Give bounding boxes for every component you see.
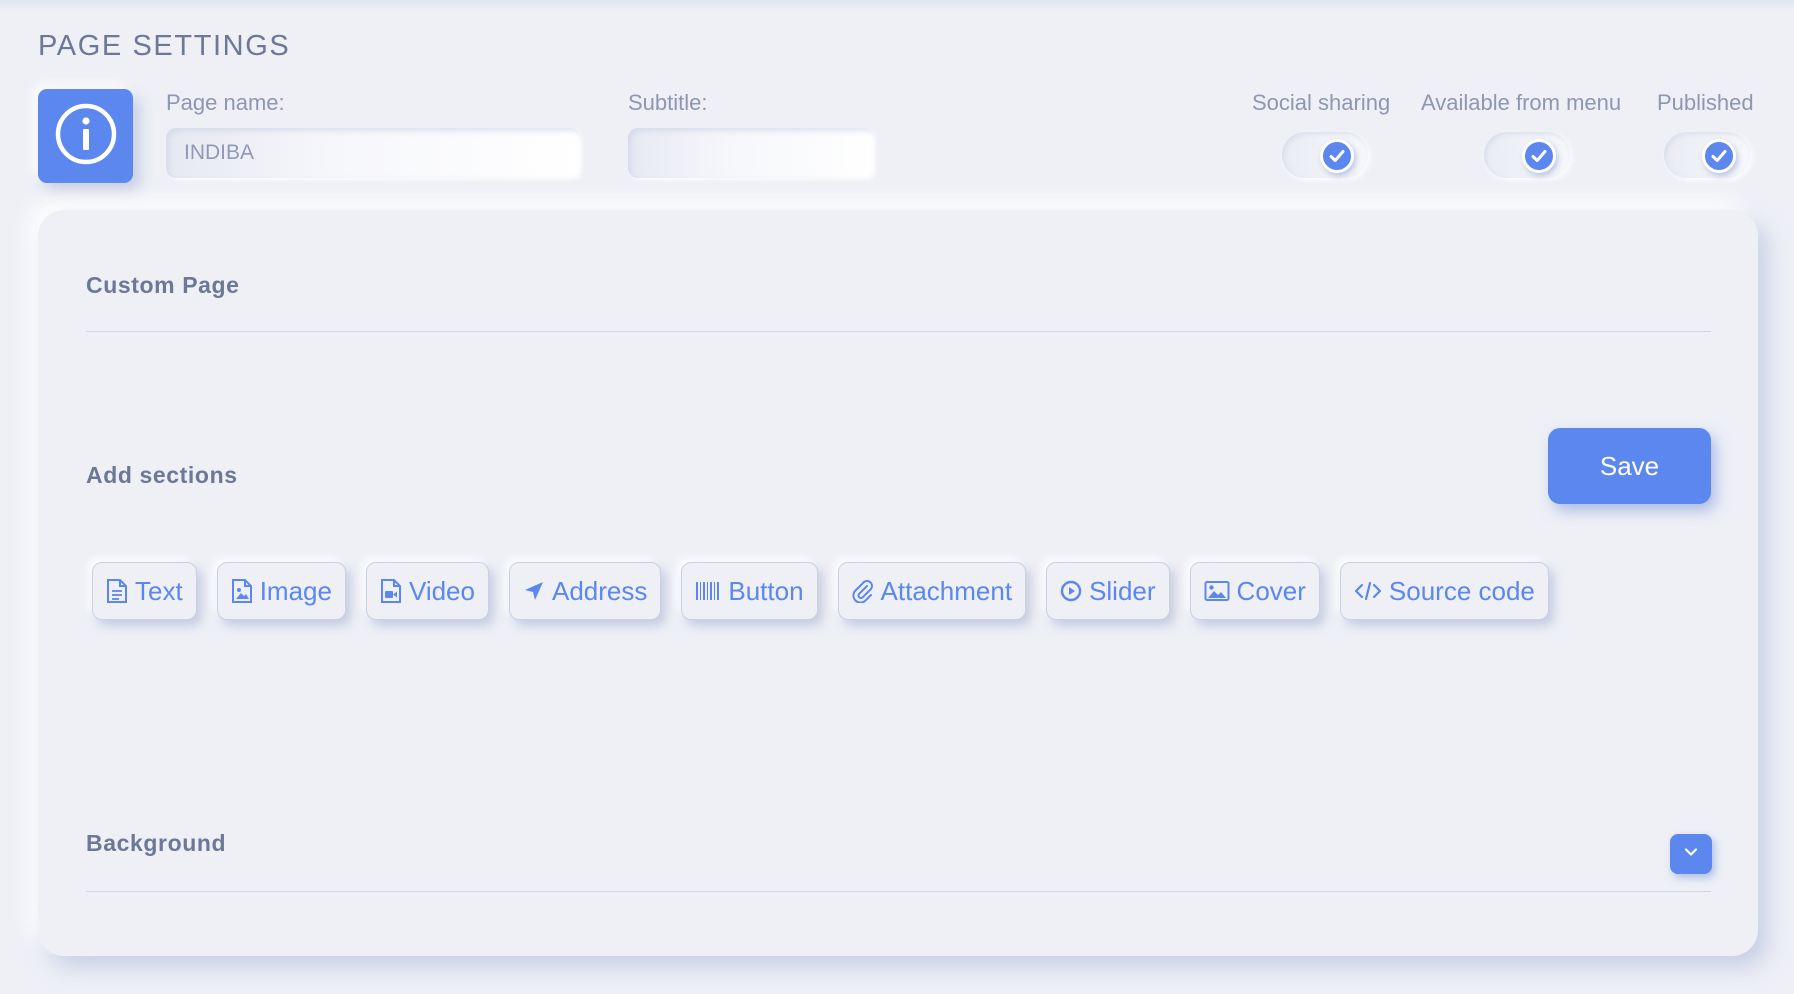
section-label: Source code (1388, 575, 1535, 606)
published-toggle[interactable] (1664, 132, 1750, 178)
page-name-label: Page name: (166, 90, 285, 115)
add-slider-section-button[interactable]: Slider (1046, 562, 1170, 620)
section-label: Video (408, 575, 475, 606)
section-buttons: Text Image Video Address Button Attachme… (92, 562, 1549, 620)
published-label: Published (1657, 90, 1754, 115)
section-label: Image (259, 575, 332, 606)
add-cover-section-button[interactable]: Cover (1189, 562, 1320, 620)
section-label: Address (551, 575, 648, 606)
section-label: Cover (1236, 575, 1306, 606)
add-image-section-button[interactable]: Image (216, 562, 346, 620)
content-card: Custom Page Add sections Save Text Image (38, 210, 1758, 956)
file-image-icon (231, 578, 253, 604)
image-icon (1204, 580, 1230, 602)
barcode-icon (695, 580, 721, 602)
background-expand-button[interactable] (1670, 834, 1712, 874)
subtitle-label: Subtitle: (628, 90, 708, 115)
add-button-section-button[interactable]: Button (681, 562, 818, 620)
check-icon (1320, 139, 1354, 173)
add-attachment-section-button[interactable]: Attachment (837, 562, 1027, 620)
add-video-section-button[interactable]: Video (365, 562, 489, 620)
add-sections-heading: Add sections (86, 462, 238, 488)
play-circle-icon (1060, 580, 1082, 602)
chevron-down-icon (1683, 845, 1699, 863)
info-circle-icon (54, 102, 118, 171)
section-label: Slider (1089, 575, 1156, 606)
social-sharing-toggle[interactable] (1282, 132, 1368, 178)
section-label: Text (135, 575, 183, 606)
section-label: Button (728, 575, 804, 606)
add-text-section-button[interactable]: Text (92, 562, 197, 620)
available-from-menu-label: Available from menu (1421, 90, 1622, 115)
check-icon (1522, 139, 1556, 173)
location-arrow-icon (523, 579, 545, 603)
social-sharing-label: Social sharing (1252, 90, 1391, 115)
top-shadow (0, 0, 1794, 10)
info-tile (38, 89, 133, 183)
subtitle-input[interactable] (628, 128, 874, 178)
divider (86, 891, 1711, 892)
custom-page-heading: Custom Page (86, 272, 240, 298)
available-from-menu-toggle[interactable] (1484, 132, 1570, 178)
background-heading: Background (86, 830, 227, 856)
section-label: Attachment (880, 575, 1013, 606)
add-source-code-section-button[interactable]: Source code (1339, 562, 1549, 620)
page-settings-screen: PAGE SETTINGS Page name: Subtitle: Socia… (0, 0, 1794, 994)
check-icon (1702, 139, 1736, 173)
divider (86, 331, 1711, 332)
code-icon (1354, 580, 1382, 602)
save-button[interactable]: Save (1548, 428, 1711, 504)
paperclip-icon (851, 579, 874, 603)
add-address-section-button[interactable]: Address (508, 562, 662, 620)
page-title: PAGE SETTINGS (38, 30, 291, 62)
file-text-icon (106, 578, 128, 604)
page-name-input[interactable] (166, 128, 580, 178)
file-video-icon (380, 578, 402, 604)
